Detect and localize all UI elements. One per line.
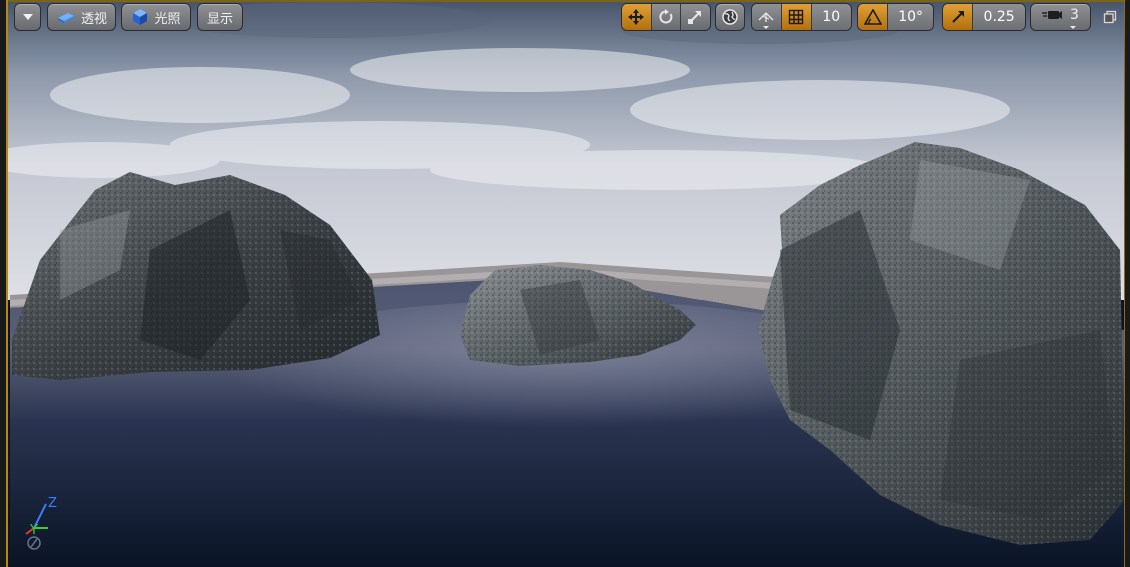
restore-viewport-button[interactable] bbox=[1103, 10, 1117, 24]
scale-snap-value[interactable]: 0.25 bbox=[972, 4, 1025, 30]
scale-snap-group: 0.25 bbox=[942, 3, 1026, 31]
restore-viewport-icon bbox=[1103, 10, 1117, 24]
grid-icon bbox=[788, 9, 804, 25]
rotate-icon bbox=[658, 9, 674, 25]
scale-mode-button[interactable] bbox=[680, 4, 710, 30]
grid-snap-group: 10 bbox=[751, 3, 852, 31]
scale-snap-toggle[interactable] bbox=[943, 4, 973, 30]
camera-speed-icon bbox=[1042, 8, 1063, 22]
grid-snap-toggle[interactable] bbox=[780, 4, 811, 30]
perspective-label: 透视 bbox=[80, 11, 107, 27]
lighting-mode-button[interactable]: 光照 bbox=[121, 3, 191, 31]
surface-snap-icon bbox=[757, 10, 775, 24]
camera-speed-button[interactable]: 3 bbox=[1030, 3, 1091, 31]
axis-z-label: Z bbox=[48, 496, 57, 511]
viewport-options-button[interactable] bbox=[14, 3, 41, 31]
rotate-mode-button[interactable] bbox=[650, 4, 680, 30]
chevron-down-icon bbox=[22, 14, 33, 20]
globe-icon bbox=[721, 8, 739, 26]
lit-sphere-icon bbox=[131, 8, 149, 26]
show-flags-button[interactable]: 显示 bbox=[197, 3, 243, 31]
lighting-label: 光照 bbox=[154, 11, 181, 27]
perspective-cube-icon bbox=[56, 10, 76, 24]
rotation-snap-value-text: 10° bbox=[898, 9, 924, 25]
grid-snap-value-text: 10 bbox=[822, 9, 841, 25]
translate-mode-button[interactable] bbox=[622, 4, 651, 30]
surface-snap-button[interactable] bbox=[752, 4, 781, 30]
level-viewport[interactable]: 透视 光照 显示 10 10° 0.25 3 Z Y bbox=[0, 0, 1130, 567]
move-icon bbox=[627, 8, 645, 26]
show-label: 显示 bbox=[206, 11, 233, 27]
camera-speed-value: 3 bbox=[1070, 7, 1079, 23]
scale-icon bbox=[687, 9, 703, 25]
axis-y-label: Y bbox=[29, 523, 38, 538]
world-local-toggle[interactable] bbox=[715, 3, 745, 31]
transform-mode-group bbox=[621, 3, 711, 31]
scale-snap-value-text: 0.25 bbox=[983, 9, 1015, 25]
rotation-snap-value[interactable]: 10° bbox=[887, 4, 933, 30]
scene-render[interactable] bbox=[0, 0, 1130, 567]
perspective-button[interactable]: 透视 bbox=[47, 3, 116, 31]
rotation-snap-toggle[interactable] bbox=[858, 4, 888, 30]
grid-snap-value[interactable]: 10 bbox=[810, 4, 851, 30]
scale-snap-icon bbox=[950, 9, 966, 25]
rotation-snap-group: 10° bbox=[857, 3, 934, 31]
angle-icon bbox=[863, 9, 882, 25]
axis-gizmo: Z Y bbox=[25, 496, 57, 550]
